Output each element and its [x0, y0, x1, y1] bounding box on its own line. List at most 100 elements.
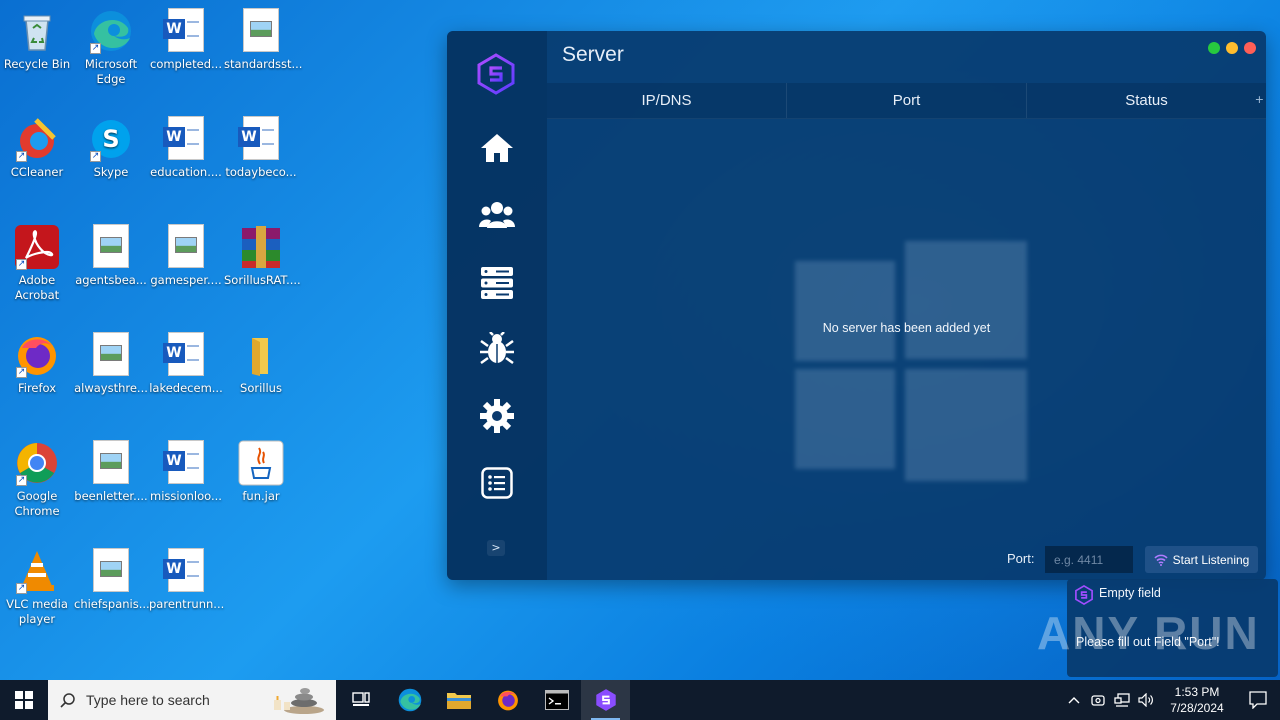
- desktop-icon-label: agentsbea...: [75, 273, 147, 287]
- speaker-icon: [1138, 693, 1153, 707]
- desktop-icon-alwaysthre[interactable]: alwaysthre...: [74, 332, 148, 396]
- port-label: Port:: [1007, 551, 1035, 566]
- nav-clients-button[interactable]: [477, 195, 517, 235]
- shortcut-arrow-icon: ↗: [16, 259, 27, 270]
- skype-icon: S ↗: [88, 116, 134, 162]
- start-listening-label: Start Listening: [1172, 552, 1250, 567]
- image-file-icon: [88, 224, 134, 270]
- edge-icon: ↗: [88, 8, 134, 54]
- start-listening-button[interactable]: Start Listening: [1145, 546, 1258, 573]
- server-table-header: IP/DNS Port Status: [547, 83, 1266, 119]
- nav-home-button[interactable]: [477, 128, 517, 168]
- nav-settings-button[interactable]: [477, 396, 517, 436]
- desktop-icon-sorillusrat[interactable]: SorillusRAT....: [224, 224, 301, 288]
- sidebar-expand-button[interactable]: >: [487, 540, 505, 556]
- server-table-body: No server has been added yet: [547, 119, 1266, 539]
- image-file-icon: [88, 548, 134, 594]
- desktop-icon-agentsbea[interactable]: agentsbea...: [74, 224, 148, 288]
- taskbar-sorillus-button[interactable]: [581, 680, 630, 720]
- empty-state-message: No server has been added yet: [822, 321, 991, 335]
- column-header-port[interactable]: Port: [787, 83, 1027, 118]
- column-header-ip-dns[interactable]: IP/DNS: [547, 83, 787, 118]
- tray-network-button[interactable]: [1110, 680, 1134, 720]
- desktop-icon-todaybeco[interactable]: W todaybeco...: [224, 116, 298, 180]
- background-windows-logo: [795, 241, 1027, 481]
- firefox-icon: [497, 690, 518, 711]
- desktop-icon-ccleaner[interactable]: ↗ CCleaner: [0, 116, 74, 180]
- recycle-bin-icon: [14, 8, 60, 54]
- image-file-icon: [88, 440, 134, 486]
- app-logo-icon: [1075, 585, 1093, 605]
- shortcut-arrow-icon: ↗: [90, 151, 101, 162]
- desktop-icon-vlc[interactable]: ↗ VLC media player: [0, 548, 74, 627]
- taskbar: Type here to search 1:53 PM 7/28/2024: [0, 680, 1280, 720]
- desktop-icon-label: missionloo...: [150, 489, 222, 503]
- add-column-button[interactable]: +: [1255, 93, 1264, 106]
- tray-meet-now-button[interactable]: [1086, 680, 1110, 720]
- taskbar-search[interactable]: Type here to search: [48, 680, 336, 720]
- desktop-icon-skype[interactable]: S ↗ Skype: [74, 116, 148, 180]
- port-input[interactable]: [1045, 546, 1133, 573]
- java-jar-icon: [238, 440, 284, 486]
- word-file-icon: W: [238, 116, 284, 162]
- desktop-icon-beenletter[interactable]: beenletter....: [74, 440, 148, 504]
- desktop-icon-lakedecem[interactable]: W lakedecem...: [149, 332, 223, 396]
- taskbar-edge-button[interactable]: [385, 680, 434, 720]
- svg-text:S: S: [102, 125, 119, 153]
- desktop-icon-firefox[interactable]: ↗ Firefox: [0, 332, 74, 396]
- desktop-icon-standardsst[interactable]: standardsst...: [224, 8, 303, 72]
- desktop-icon-gamesper[interactable]: gamesper....: [149, 224, 223, 288]
- shortcut-arrow-icon: ↗: [16, 583, 27, 594]
- desktop-icon-completed[interactable]: W completed...: [149, 8, 223, 72]
- start-button[interactable]: [0, 680, 48, 720]
- nav-logs-button[interactable]: [477, 463, 517, 503]
- desktop-icon-label: alwaysthre...: [74, 381, 148, 395]
- list-icon: [481, 467, 513, 499]
- nav-server-button[interactable]: [477, 263, 517, 303]
- desktop-icon-google-chrome[interactable]: ↗ Google Chrome: [0, 440, 74, 519]
- folder-icon: [446, 693, 471, 709]
- desktop-icon-label: education....: [150, 165, 222, 179]
- app-logo-icon: [595, 689, 616, 711]
- shortcut-arrow-icon: ↗: [16, 367, 27, 378]
- terminal-icon: [544, 690, 569, 710]
- ccleaner-icon: ↗: [14, 116, 60, 162]
- desktop-icon-label: fun.jar: [242, 489, 280, 503]
- server-icon: [481, 267, 513, 299]
- desktop-icon-recycle-bin[interactable]: Recycle Bin: [0, 8, 74, 72]
- desktop-icon-missionloo[interactable]: W missionloo...: [149, 440, 223, 504]
- desktop-icon-label: Adobe Acrobat: [14, 273, 60, 302]
- desktop: Recycle Bin ↗ CCleaner ↗ Adobe Acrobat ↗…: [0, 0, 310, 680]
- close-button[interactable]: [1244, 42, 1256, 54]
- column-header-status[interactable]: Status: [1027, 83, 1266, 118]
- vlc-icon: ↗: [14, 548, 60, 594]
- task-view-button[interactable]: [336, 680, 385, 720]
- desktop-icon-education[interactable]: W education....: [149, 116, 223, 180]
- search-highlight-icon: [274, 688, 324, 714]
- taskbar-firefox-button[interactable]: [483, 680, 532, 720]
- desktop-icon-label: standardsst...: [224, 57, 303, 71]
- minimize-button[interactable]: [1226, 42, 1238, 54]
- tray-overflow-button[interactable]: [1062, 680, 1086, 720]
- maximize-button[interactable]: [1208, 42, 1220, 54]
- notification-center-button[interactable]: [1236, 680, 1280, 720]
- desktop-icon-sorillus-folder[interactable]: Sorillus: [224, 332, 298, 396]
- tray-volume-button[interactable]: [1134, 680, 1158, 720]
- desktop-icon-label: Skype: [93, 165, 129, 179]
- clock-date: 7/28/2024: [1170, 701, 1224, 715]
- image-file-icon: [88, 332, 134, 378]
- desktop-icon-fun-jar[interactable]: fun.jar: [224, 440, 298, 504]
- desktop-icon-chiefspanis[interactable]: chiefspanis...: [74, 548, 150, 612]
- desktop-icon-adobe-acrobat[interactable]: ↗ Adobe Acrobat: [0, 224, 74, 303]
- taskbar-terminal-button[interactable]: [532, 680, 581, 720]
- page-title: Server: [562, 43, 624, 66]
- firefox-icon: ↗: [14, 332, 60, 378]
- chevron-up-icon: [1068, 697, 1080, 704]
- desktop-icon-microsoft-edge[interactable]: ↗ Microsoft Edge: [74, 8, 148, 87]
- desktop-icon-parentrunn[interactable]: W parentrunn...: [149, 548, 225, 612]
- nav-builder-button[interactable]: [477, 329, 517, 369]
- taskbar-clock[interactable]: 1:53 PM 7/28/2024: [1158, 684, 1236, 716]
- taskbar-file-explorer-button[interactable]: [434, 680, 483, 720]
- clock-time: 1:53 PM: [1174, 685, 1220, 699]
- desktop-icon-label: parentrunn...: [149, 597, 225, 611]
